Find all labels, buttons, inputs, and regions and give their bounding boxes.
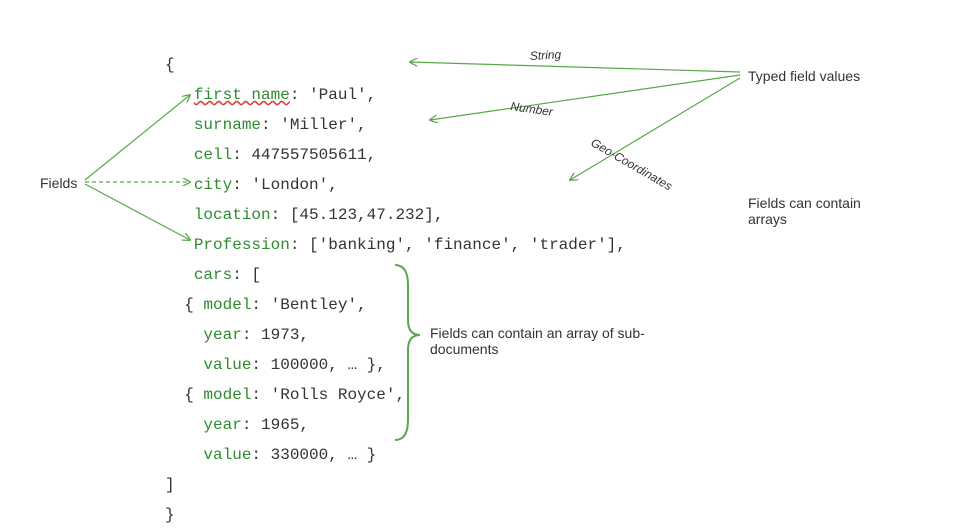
val-cars-open: : [ [232, 266, 261, 284]
val-car2-value: : 330000, … } [251, 446, 376, 464]
val-car1-model: : 'Bentley', [251, 296, 366, 314]
key-first-name: first name [194, 86, 290, 104]
val-cell: : 447557505611, [232, 146, 376, 164]
label-subdocs-note: Fields can contain an array of sub-docum… [430, 325, 660, 357]
val-car2-year: : 1965, [242, 416, 309, 434]
open-brace: { [165, 56, 175, 74]
val-surname: : 'Miller', [261, 116, 367, 134]
key-cars: cars [194, 266, 232, 284]
key-city: city [194, 176, 232, 194]
key-cell: cell [194, 146, 232, 164]
key-car2-year: year [203, 416, 241, 434]
key-surname: surname [194, 116, 261, 134]
close-brace: } [165, 506, 175, 524]
car2-open-brace: { [165, 386, 203, 404]
val-city: : 'London', [232, 176, 338, 194]
key-profession: Profession [194, 236, 290, 254]
key-car2-value: value [203, 446, 251, 464]
val-first-name: : 'Paul', [290, 86, 376, 104]
key-location: location [194, 206, 271, 224]
val-car2-model: : 'Rolls Royce', [251, 386, 405, 404]
val-car1-year: : 1973, [242, 326, 309, 344]
val-location: : [45.123,47.232], [271, 206, 444, 224]
label-fields: Fields [40, 175, 77, 191]
val-car1-value: : 100000, … }, [251, 356, 385, 374]
key-car1-year: year [203, 326, 241, 344]
key-car1-value: value [203, 356, 251, 374]
val-profession: : ['banking', 'finance', 'trader'], [290, 236, 626, 254]
label-typed-values: Typed field values [748, 68, 860, 84]
close-bracket: ] [165, 476, 175, 494]
code-block: { first name: 'Paul', surname: 'Miller',… [165, 20, 626, 530]
key-car2-model: model [203, 386, 251, 404]
key-car1-model: model [203, 296, 251, 314]
label-arrays-note: Fields can contain arrays [748, 195, 898, 227]
car1-open-brace: { [165, 296, 203, 314]
